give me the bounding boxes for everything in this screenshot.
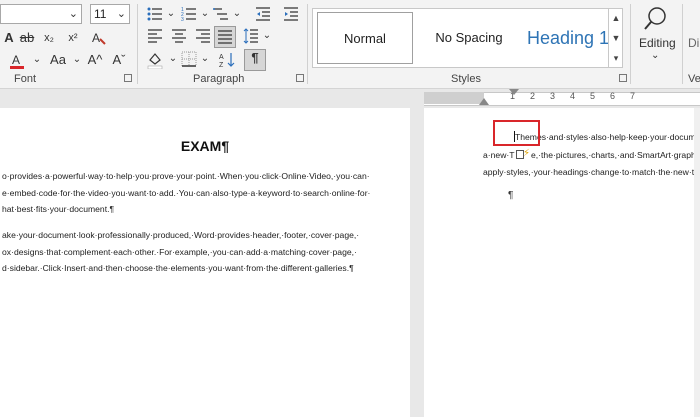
- ribbon: ⌄ 11 ⌄ A ab x₂ x² A A ⌄ Aa ⌄ A^ Aˇ Font …: [0, 0, 700, 89]
- grow-font-icon[interactable]: A^: [86, 52, 104, 70]
- lightning-icon[interactable]: ⚡: [523, 148, 530, 160]
- decrease-indent-icon[interactable]: [254, 6, 272, 24]
- shrink-font-icon[interactable]: Aˇ: [110, 52, 128, 70]
- document-page-left[interactable]: EXAM¶ o·provides·a·powerful·way·to·help·…: [0, 108, 410, 417]
- svg-text:A: A: [12, 53, 20, 67]
- chevron-down-icon[interactable]: ⌄: [228, 6, 246, 24]
- bold-icon[interactable]: A: [0, 30, 18, 48]
- increase-indent-icon[interactable]: [282, 6, 300, 24]
- font-name-dropdown[interactable]: ⌄: [0, 4, 82, 24]
- document-line: o·provides·a·powerful·way·to·help·you·pr…: [2, 171, 370, 181]
- ruler-number: 6: [610, 91, 616, 101]
- change-case-icon[interactable]: Aa: [46, 52, 70, 70]
- style-no-spacing[interactable]: No Spacing: [419, 12, 519, 64]
- justify-icon[interactable]: [214, 26, 236, 48]
- highlight-annotation-box: [493, 120, 540, 146]
- styles-gallery: Normal No Spacing Heading 1: [312, 8, 623, 68]
- document-line: Themes·and·styles·also·help·keep·your·do…: [515, 132, 700, 142]
- document-line: ox·designs·that·complement·each·other.·F…: [2, 247, 357, 257]
- chevron-down-icon: ⌄: [651, 50, 660, 61]
- ruler-margin: [424, 92, 484, 104]
- document-line: d·sidebar.·Click·Insert·and·then·choose·…: [2, 263, 354, 273]
- svg-text:3: 3: [181, 17, 184, 22]
- ruler-number: 3: [550, 91, 556, 101]
- editing-button[interactable]: Editing: [639, 36, 676, 50]
- strikethrough-icon[interactable]: ab: [18, 30, 36, 48]
- first-line-indent-marker[interactable]: [509, 89, 519, 95]
- group-separator: [307, 4, 308, 84]
- clear-formatting-icon[interactable]: A: [90, 30, 108, 48]
- group-separator: [682, 4, 683, 84]
- styles-dialog-launcher[interactable]: [619, 74, 627, 82]
- group-separator: [630, 4, 631, 84]
- chevron-down-icon[interactable]: ⌄: [68, 52, 86, 70]
- ruler-number: 2: [530, 91, 536, 101]
- paragraph-group-label: Paragraph: [193, 73, 245, 85]
- style-heading-1[interactable]: Heading 1: [519, 12, 617, 64]
- chevron-down-icon[interactable]: ⌄: [196, 51, 214, 69]
- chevron-down-icon: ⌄: [68, 8, 78, 20]
- chevron-down-icon[interactable]: ⌄: [28, 52, 46, 70]
- ruler-number: 5: [590, 91, 596, 101]
- document-line: e·embed·code·for·the·video·you·want·to·a…: [2, 188, 371, 198]
- align-right-icon[interactable]: [194, 28, 212, 46]
- styles-gallery-scroll: ▲ ▼ ▾: [608, 8, 623, 68]
- align-center-icon[interactable]: [170, 28, 188, 46]
- paragraph-mark: ¶: [508, 190, 514, 201]
- font-color-icon[interactable]: A: [8, 52, 26, 70]
- group-separator: [137, 4, 138, 84]
- superscript-icon[interactable]: x²: [64, 30, 82, 48]
- subscript-icon[interactable]: x₂: [40, 30, 58, 48]
- paragraph-dialog-launcher[interactable]: [296, 74, 304, 82]
- document-line: hat·best·fits·your·document.¶: [2, 204, 115, 214]
- sort-icon[interactable]: AZ: [218, 51, 236, 69]
- styles-group-label: Styles: [451, 73, 481, 85]
- style-normal[interactable]: Normal: [317, 12, 413, 64]
- svg-text:Z: Z: [219, 62, 224, 69]
- chevron-down-icon[interactable]: ▼: [609, 28, 623, 48]
- svg-text:A: A: [219, 54, 224, 61]
- font-group-label: Font: [14, 73, 37, 85]
- document-title: EXAM¶: [180, 138, 230, 154]
- font-size-dropdown[interactable]: 11 ⌄: [90, 4, 130, 24]
- show-hide-pilcrow-icon[interactable]: ¶: [244, 49, 266, 71]
- document-line: ake·your·document·look·professionally·pr…: [2, 230, 360, 240]
- document-line: a·new·T: [483, 150, 515, 160]
- document-line: apply·styles,·your·headings·change·to·ma…: [483, 167, 700, 177]
- ruler-number: 4: [570, 91, 576, 101]
- expand-gallery-icon[interactable]: ▾: [609, 48, 623, 68]
- font-dialog-launcher[interactable]: [124, 74, 132, 82]
- shading-icon[interactable]: [146, 51, 164, 70]
- voice-group-label: Ve: [688, 73, 700, 85]
- search-icon[interactable]: [642, 6, 668, 32]
- chevron-down-icon[interactable]: ⌄: [258, 28, 276, 46]
- chevron-down-icon: ⌄: [116, 8, 126, 20]
- font-size-value: 11: [94, 7, 107, 21]
- dictate-button[interactable]: Di: [688, 36, 699, 50]
- chevron-down-icon[interactable]: ⌄: [162, 6, 180, 24]
- svg-text:A: A: [92, 31, 100, 45]
- chevron-up-icon[interactable]: ▲: [609, 8, 623, 28]
- align-left-icon[interactable]: [146, 28, 164, 46]
- vertical-scrollbar[interactable]: [694, 108, 700, 417]
- document-line: e,·the·pictures,·charts,·and·SmartArt·gr…: [531, 150, 698, 160]
- left-indent-marker[interactable]: [479, 98, 489, 105]
- ruler-number: 7: [630, 91, 636, 101]
